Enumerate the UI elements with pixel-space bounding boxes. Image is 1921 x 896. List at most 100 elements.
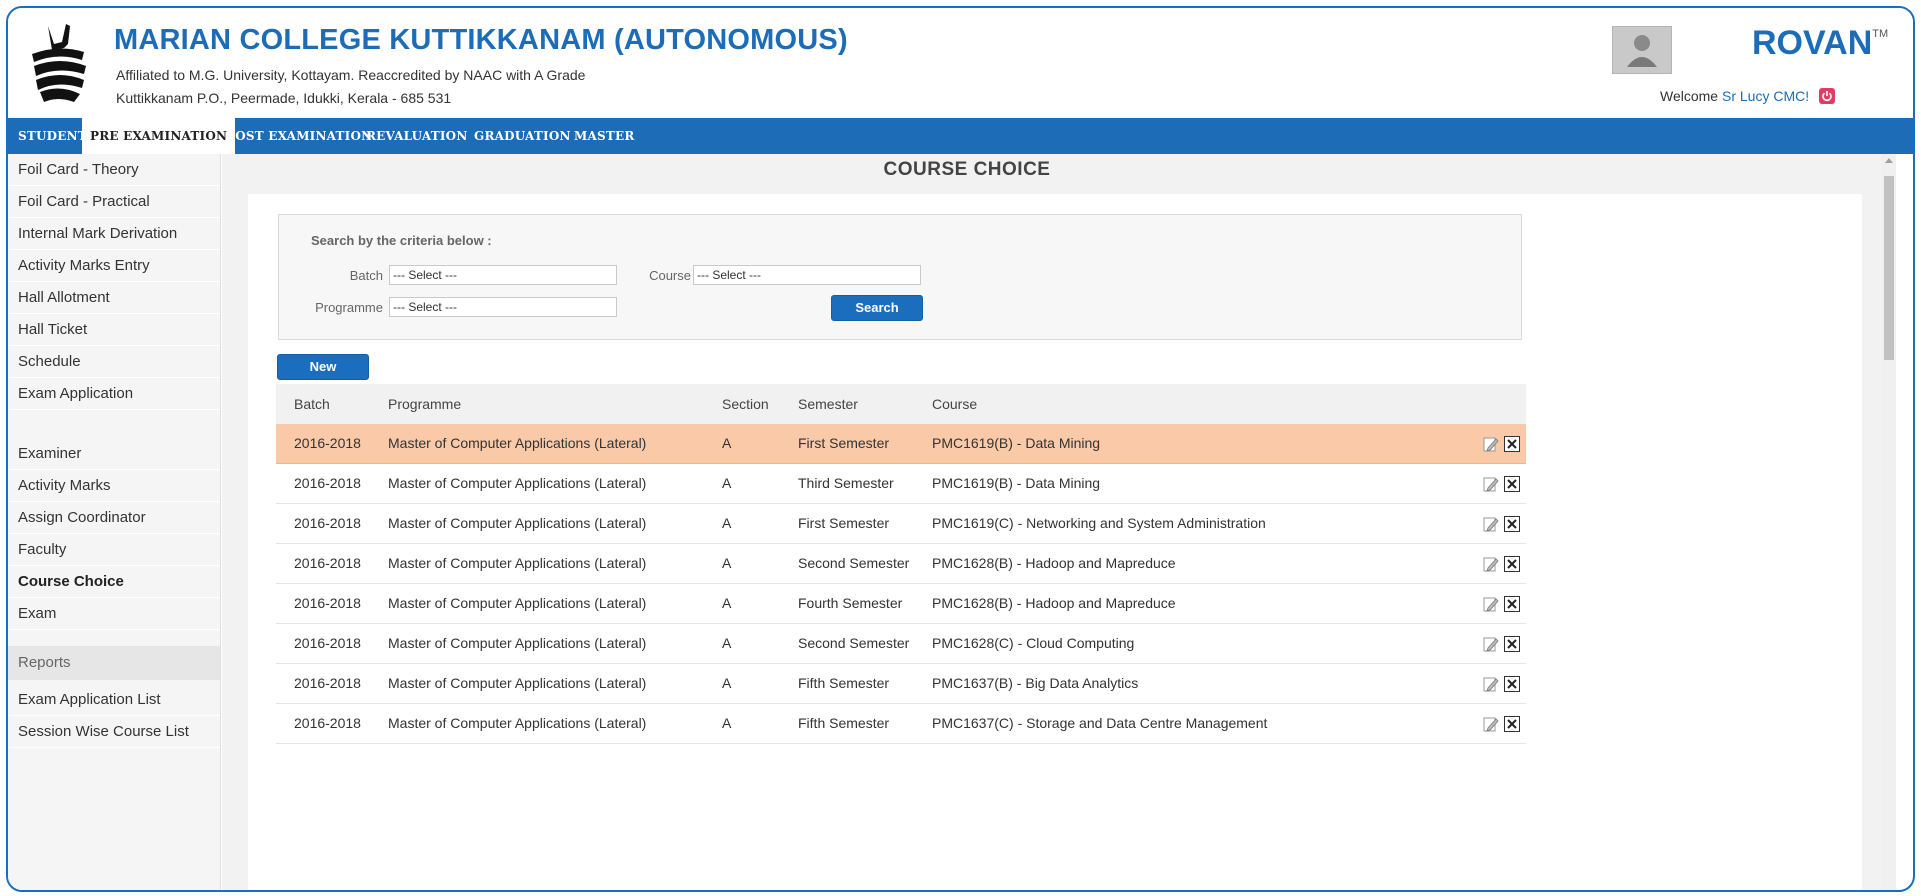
edit-icon[interactable]	[1483, 436, 1499, 452]
sidebar-item-examiner[interactable]: Examiner	[8, 438, 220, 470]
nav-revaluation[interactable]: REVALUATION	[366, 118, 468, 154]
course-label: Course	[649, 268, 691, 283]
main-nav: STUDENT PRE EXAMINATION POST EXAMINATION…	[8, 118, 1913, 154]
column-header-section: Section	[722, 396, 769, 412]
app-frame: MARIAN COLLEGE KUTTIKKANAM (AUTONOMOUS) …	[6, 6, 1915, 892]
sidebar-item-course-choice[interactable]: Course Choice	[8, 566, 220, 598]
nav-pre-examination[interactable]: PRE EXAMINATION	[82, 118, 236, 154]
edit-icon[interactable]	[1483, 676, 1499, 692]
nav-student[interactable]: STUDENT	[18, 118, 87, 154]
sidebar-item-exam-application[interactable]: Exam Application	[8, 378, 220, 410]
scroll-up-arrow-icon[interactable]	[1885, 158, 1893, 163]
sidebar-item-session-wise-course-list[interactable]: Session Wise Course List	[8, 716, 220, 748]
table-header: Batch Programme Section Semester Course	[276, 384, 1526, 424]
cell-course: PMC1619(B) - Data Mining	[932, 435, 1101, 451]
cell-course: PMC1628(B) - Hadoop and Mapreduce	[932, 595, 1176, 611]
delete-icon[interactable]	[1504, 596, 1520, 612]
cell-semester: First Semester	[798, 435, 890, 451]
affiliation-text: Affiliated to M.G. University, Kottayam.…	[116, 67, 586, 83]
new-button[interactable]: New	[277, 354, 369, 380]
delete-icon[interactable]	[1504, 476, 1520, 492]
user-name-link[interactable]: Sr Lucy CMC!	[1722, 88, 1809, 104]
delete-icon[interactable]	[1504, 516, 1520, 532]
sidebar-item-activity-marks[interactable]: Activity Marks	[8, 470, 220, 502]
programme-label: Programme	[315, 300, 383, 315]
delete-icon[interactable]	[1504, 556, 1520, 572]
sidebar-item-schedule[interactable]: Schedule	[8, 346, 220, 378]
edit-icon[interactable]	[1483, 556, 1499, 572]
delete-icon[interactable]	[1504, 716, 1520, 732]
table-row[interactable]: 2016-2018 Master of Computer Application…	[276, 544, 1526, 584]
nav-post-examination[interactable]: POST EXAMINATION	[226, 118, 372, 154]
sidebar: Foil Card - Theory Foil Card - Practical…	[8, 154, 221, 890]
table-row[interactable]: 2016-2018 Master of Computer Application…	[276, 464, 1526, 504]
cell-semester: Fifth Semester	[798, 675, 890, 691]
sidebar-heading-reports: Reports	[8, 646, 220, 680]
cell-programme: Master of Computer Applications (Lateral…	[388, 555, 647, 571]
rovan-logo: ROVANTM	[1752, 24, 1889, 62]
cell-semester: Second Semester	[798, 635, 910, 651]
table-row[interactable]: 2016-2018 Master of Computer Application…	[276, 504, 1526, 544]
cell-section: A	[722, 435, 732, 451]
table-row[interactable]: 2016-2018 Master of Computer Application…	[276, 584, 1526, 624]
sidebar-item-hall-allotment[interactable]: Hall Allotment	[8, 282, 220, 314]
sidebar-item-activity-marks-entry[interactable]: Activity Marks Entry	[8, 250, 220, 282]
avatar[interactable]	[1612, 26, 1672, 74]
cell-batch: 2016-2018	[294, 475, 361, 491]
search-panel: Search by the criteria below : Batch ---…	[278, 214, 1522, 340]
cell-section: A	[722, 675, 732, 691]
cell-programme: Master of Computer Applications (Lateral…	[388, 635, 647, 651]
cell-programme: Master of Computer Applications (Lateral…	[388, 595, 647, 611]
sidebar-item-exam[interactable]: Exam	[8, 598, 220, 630]
cell-programme: Master of Computer Applications (Lateral…	[388, 675, 647, 691]
scrollbar-thumb[interactable]	[1884, 176, 1894, 360]
delete-icon[interactable]	[1504, 636, 1520, 652]
nav-master[interactable]: MASTER	[574, 118, 635, 154]
edit-icon[interactable]	[1483, 516, 1499, 532]
page-title: COURSE CHOICE	[883, 159, 1051, 180]
cell-semester: Fifth Semester	[798, 715, 890, 731]
cell-semester: Third Semester	[798, 475, 894, 491]
search-button[interactable]: Search	[831, 295, 923, 321]
logout-icon[interactable]	[1819, 88, 1835, 104]
sidebar-item-hall-ticket[interactable]: Hall Ticket	[8, 314, 220, 346]
cell-semester: Second Semester	[798, 555, 910, 571]
cell-batch: 2016-2018	[294, 595, 361, 611]
sidebar-item-foil-card-theory[interactable]: Foil Card - Theory	[8, 154, 220, 186]
column-header-programme: Programme	[388, 396, 462, 412]
content-panel: Search by the criteria below : Batch ---…	[248, 194, 1862, 890]
cell-batch: 2016-2018	[294, 635, 361, 651]
programme-select[interactable]: --- Select ---	[389, 297, 617, 317]
sidebar-item-exam-application-list[interactable]: Exam Application List	[8, 684, 220, 716]
cell-programme: Master of Computer Applications (Lateral…	[388, 475, 647, 491]
course-select[interactable]: --- Select ---	[693, 265, 921, 285]
vertical-scrollbar[interactable]	[1882, 154, 1896, 890]
edit-icon[interactable]	[1483, 716, 1499, 732]
nav-graduation[interactable]: GRADUATION	[474, 118, 571, 154]
address-text: Kuttikkanam P.O., Peermade, Idukki, Kera…	[116, 90, 452, 106]
welcome-text: Welcome Sr Lucy CMC!	[1660, 88, 1835, 104]
sidebar-item-internal-mark-derivation[interactable]: Internal Mark Derivation	[8, 218, 220, 250]
delete-icon[interactable]	[1504, 676, 1520, 692]
sidebar-item-foil-card-practical[interactable]: Foil Card - Practical	[8, 186, 220, 218]
edit-icon[interactable]	[1483, 596, 1499, 612]
delete-icon[interactable]	[1504, 436, 1520, 452]
column-header-batch: Batch	[294, 396, 330, 412]
cell-programme: Master of Computer Applications (Lateral…	[388, 435, 647, 451]
edit-icon[interactable]	[1483, 476, 1499, 492]
cell-semester: Fourth Semester	[798, 595, 903, 611]
batch-select[interactable]: --- Select ---	[389, 265, 617, 285]
table-row[interactable]: 2016-2018 Master of Computer Application…	[276, 424, 1526, 464]
cell-course: PMC1628(C) - Cloud Computing	[932, 635, 1135, 651]
sidebar-item-assign-coordinator[interactable]: Assign Coordinator	[8, 502, 220, 534]
sidebar-item-faculty[interactable]: Faculty	[8, 534, 220, 566]
batch-label: Batch	[349, 268, 383, 283]
edit-icon[interactable]	[1483, 636, 1499, 652]
cell-course: PMC1637(C) - Storage and Data Centre Man…	[932, 715, 1268, 731]
table-row[interactable]: 2016-2018 Master of Computer Application…	[276, 624, 1526, 664]
cell-section: A	[722, 515, 732, 531]
table-row[interactable]: 2016-2018 Master of Computer Application…	[276, 664, 1526, 704]
table-row[interactable]: 2016-2018 Master of Computer Application…	[276, 704, 1526, 744]
cell-course: PMC1619(C) - Networking and System Admin…	[932, 515, 1266, 531]
main-content: COURSE CHOICE Search by the criteria bel…	[222, 154, 1896, 890]
